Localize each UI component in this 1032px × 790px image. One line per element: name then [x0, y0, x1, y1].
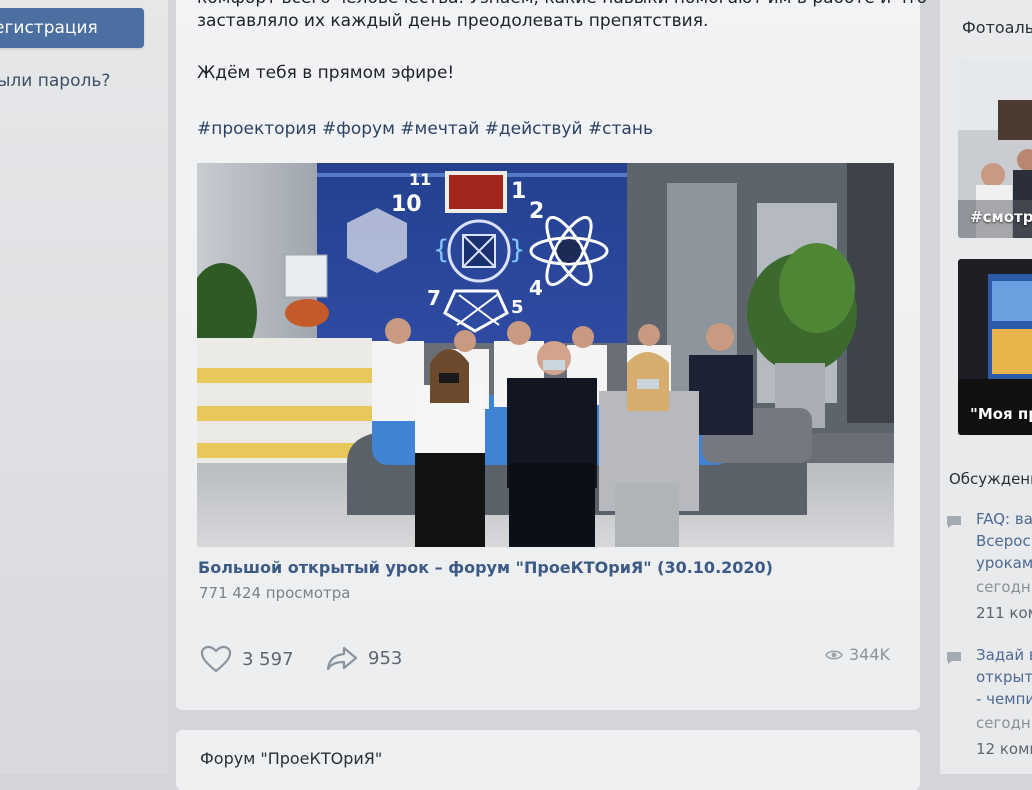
left-sidebar: егистрация ыли пароль? — [0, 0, 168, 774]
discussion-title: урокам — [976, 554, 1032, 572]
svg-text:4: 4 — [529, 276, 543, 300]
video-view-count: 771 424 просмотра — [199, 584, 351, 602]
svg-text:{: { — [433, 235, 450, 265]
forgot-password-link[interactable]: ыли пароль? — [0, 71, 110, 91]
share-count: 953 — [368, 647, 403, 669]
post-views: 344K — [825, 645, 890, 664]
comment-icon — [946, 650, 962, 669]
discussion-comments: 211 ком — [976, 604, 1032, 622]
svg-text:7: 7 — [427, 286, 441, 310]
svg-text:2: 2 — [529, 199, 544, 224]
discussion-title: - чемпи — [976, 690, 1032, 708]
video-player[interactable]: 11 10 1 2 7 5 4 { } — [197, 163, 894, 547]
video-title-link[interactable]: Большой открытый урок – форум "ПроеКТОри… — [198, 558, 773, 577]
discussion-title: Всерос — [976, 532, 1031, 550]
right-sidebar: Фотоальбо #смотр "Моя про Обсуждения FA — [940, 0, 1032, 774]
share-arrow-icon — [326, 645, 358, 671]
discussion-title: FAQ: ва — [976, 510, 1032, 528]
post-card: комфорт всего человечества. Узнаем, каки… — [176, 0, 927, 710]
photo-album-1[interactable]: #смотр — [958, 60, 1032, 238]
post-actions: 3 597 953 344K — [200, 645, 890, 675]
albums-heading[interactable]: Фотоальбо — [962, 18, 1032, 37]
share-button[interactable]: 953 — [326, 645, 402, 671]
like-count: 3 597 — [242, 648, 294, 670]
svg-text:10: 10 — [391, 192, 422, 217]
album-caption: #смотр — [970, 208, 1032, 226]
heart-icon — [200, 645, 232, 673]
comment-icon — [946, 514, 962, 533]
svg-text:1: 1 — [511, 179, 526, 204]
eye-icon — [825, 649, 843, 661]
album-caption: "Моя про — [970, 405, 1032, 423]
svg-text:5: 5 — [511, 297, 524, 318]
discussions-heading[interactable]: Обсуждения — [949, 470, 1032, 488]
photo-album-2[interactable]: "Моя про — [958, 259, 1032, 435]
post-card-2: Форум "ПроеКТОриЯ" — [176, 730, 920, 790]
register-button[interactable]: егистрация — [0, 8, 144, 48]
post-hashtags[interactable]: #проектория #форум #мечтай #действуй #ст… — [197, 118, 653, 141]
post-views-count: 344K — [848, 645, 890, 664]
discussion-title: открыто — [976, 668, 1032, 686]
discussion-date: сегодня — [976, 714, 1032, 732]
discussion-comments: 12 комме — [976, 740, 1032, 758]
post2-title[interactable]: Форум "ПроеКТОриЯ" — [200, 749, 382, 768]
post-text-line: комфорт всего человечества. Узнаем, каки… — [197, 0, 927, 10]
post-text-line: заставляло их каждый день преодолевать п… — [197, 11, 709, 31]
video-thumbnail: 11 10 1 2 7 5 4 { } — [197, 163, 894, 547]
svg-text:11: 11 — [409, 170, 431, 189]
svg-text:}: } — [509, 235, 526, 265]
like-button[interactable]: 3 597 — [200, 645, 294, 673]
post-text-line: Ждём тебя в прямом эфире! — [197, 63, 455, 83]
discussion-title: Задай в — [976, 646, 1032, 664]
discussion-date: сегодня — [976, 578, 1032, 596]
